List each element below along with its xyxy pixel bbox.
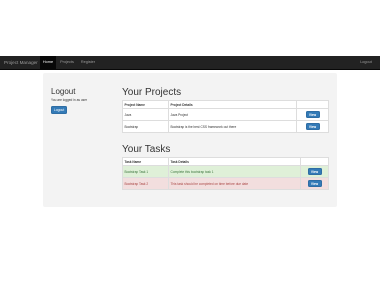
project-details-cell: Java Project	[168, 108, 297, 121]
task-details-cell: This task should be completed on time be…	[168, 177, 301, 190]
column-header: Task Name	[122, 157, 169, 166]
tasks-heading: Your Tasks	[122, 144, 171, 155]
nav-link-projects[interactable]: Projects	[58, 56, 76, 69]
sidebar-title: Logout	[51, 87, 76, 96]
project-details-cell: Bootstrap is the best CSS framework out …	[168, 120, 297, 133]
project-name-cell: Bootstrap	[122, 120, 169, 133]
tasks-table: Task Name Task Details Bootstrap Task 1 …	[122, 157, 329, 190]
table-row: Bootstrap Task 1 Complete this bootstrap…	[122, 165, 329, 178]
task-details-cell: Complete this bootstrap task 1	[168, 165, 301, 178]
logout-button[interactable]: Logout	[51, 106, 67, 114]
view-project-button[interactable]: View	[305, 123, 320, 130]
login-status-text: You are logged in as user	[51, 98, 88, 102]
view-task-button[interactable]: View	[307, 168, 322, 175]
column-header: Task Details	[168, 157, 301, 166]
projects-table: Project Name Project Details Java Java P…	[122, 100, 329, 133]
table-row: Bootstrap Task 2 This task should be com…	[122, 177, 329, 190]
task-name-cell: Bootstrap Task 2	[122, 177, 169, 190]
projects-heading: Your Projects	[122, 87, 182, 98]
view-task-button[interactable]: View	[307, 180, 322, 187]
column-header	[300, 157, 329, 166]
table-header-row: Task Name Task Details	[122, 157, 329, 166]
project-name-cell: Java	[122, 108, 169, 121]
nav-link-register[interactable]: Register	[78, 56, 98, 69]
nav-link-logout[interactable]: Logout	[358, 56, 374, 69]
nav-link-home[interactable]: Home	[40, 56, 56, 69]
navbar-brand[interactable]: Project Manager	[4, 59, 38, 66]
column-header	[296, 100, 329, 109]
column-header: Project Details	[168, 100, 297, 109]
table-header-row: Project Name Project Details	[122, 100, 329, 109]
column-header: Project Name	[122, 100, 169, 109]
table-row: Java Java Project View	[122, 108, 329, 121]
table-row: Bootstrap Bootstrap is the best CSS fram…	[122, 120, 329, 133]
top-navbar: Project Manager Home Projects Register L…	[0, 56, 380, 70]
task-name-cell: Bootstrap Task 1	[122, 165, 169, 178]
view-project-button[interactable]: View	[305, 111, 320, 118]
